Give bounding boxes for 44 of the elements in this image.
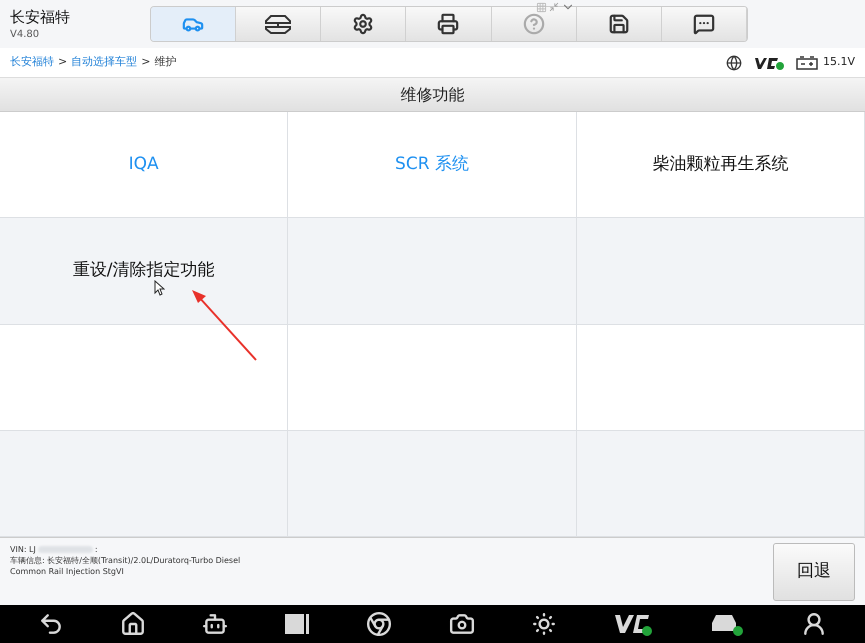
toolbar-button[interactable]	[662, 7, 747, 41]
function-cell[interactable]: SCR 系统	[288, 112, 577, 218]
function-cell[interactable]: 柴油颗粒再生系统	[576, 112, 865, 218]
battery-icon	[796, 56, 818, 70]
browser-icon[interactable]	[366, 611, 392, 637]
vci-status-icon	[754, 56, 784, 70]
breadcrumb-text: 维护	[154, 54, 176, 70]
cursor-icon	[154, 280, 165, 296]
function-cell[interactable]: 重设/清除指定功能	[0, 218, 288, 324]
back-button[interactable]: 回退	[773, 543, 855, 601]
car-lift-icon	[263, 13, 294, 35]
function-label: SCR 系统	[395, 152, 469, 176]
save-icon	[608, 13, 630, 35]
toolbar-button[interactable]	[321, 7, 406, 41]
settings-icon	[352, 13, 374, 35]
window-icon[interactable]	[284, 612, 310, 636]
vin-label: VIN: LJ	[10, 544, 36, 555]
breadcrumb-text: >	[58, 54, 68, 70]
toolbar-button[interactable]	[406, 7, 492, 41]
function-label: 重设/清除指定功能	[72, 259, 215, 282]
panel-title: 维修功能	[400, 84, 464, 106]
brightness-icon[interactable]	[530, 611, 557, 637]
function-label: IQA	[128, 152, 159, 176]
vin-separator: :	[94, 544, 98, 555]
breadcrumb-text: >	[141, 54, 150, 70]
fullscreen-icon[interactable]	[549, 2, 559, 12]
vehicle-info-text: Common Rail Injection StgVI	[10, 566, 125, 577]
help-icon	[522, 13, 545, 35]
toolbar-button[interactable]	[236, 7, 322, 41]
breadcrumb-link[interactable]: 自动选择车型	[71, 54, 138, 71]
chat-icon	[692, 13, 715, 35]
printer-icon	[437, 13, 460, 35]
robot-icon[interactable]	[202, 611, 228, 637]
function-cell[interactable]: IQA	[0, 112, 288, 218]
network-icon	[726, 54, 742, 70]
toolbar-button[interactable]	[576, 7, 662, 41]
vehicle-info-text: 车辆信息: 长安福特/全顺(Transit)/2.0L/Duratorq-Turbo Diesel	[10, 555, 242, 566]
camera-icon[interactable]	[448, 611, 475, 637]
voltage-label: 15.1V	[822, 54, 855, 70]
home-icon[interactable]	[120, 611, 146, 637]
function-label: 柴油颗粒再生系统	[652, 152, 788, 176]
app-title: 长安福特	[10, 6, 71, 26]
breadcrumb-link[interactable]: 长安福特	[10, 54, 54, 71]
version-label: V4.80	[10, 28, 40, 42]
